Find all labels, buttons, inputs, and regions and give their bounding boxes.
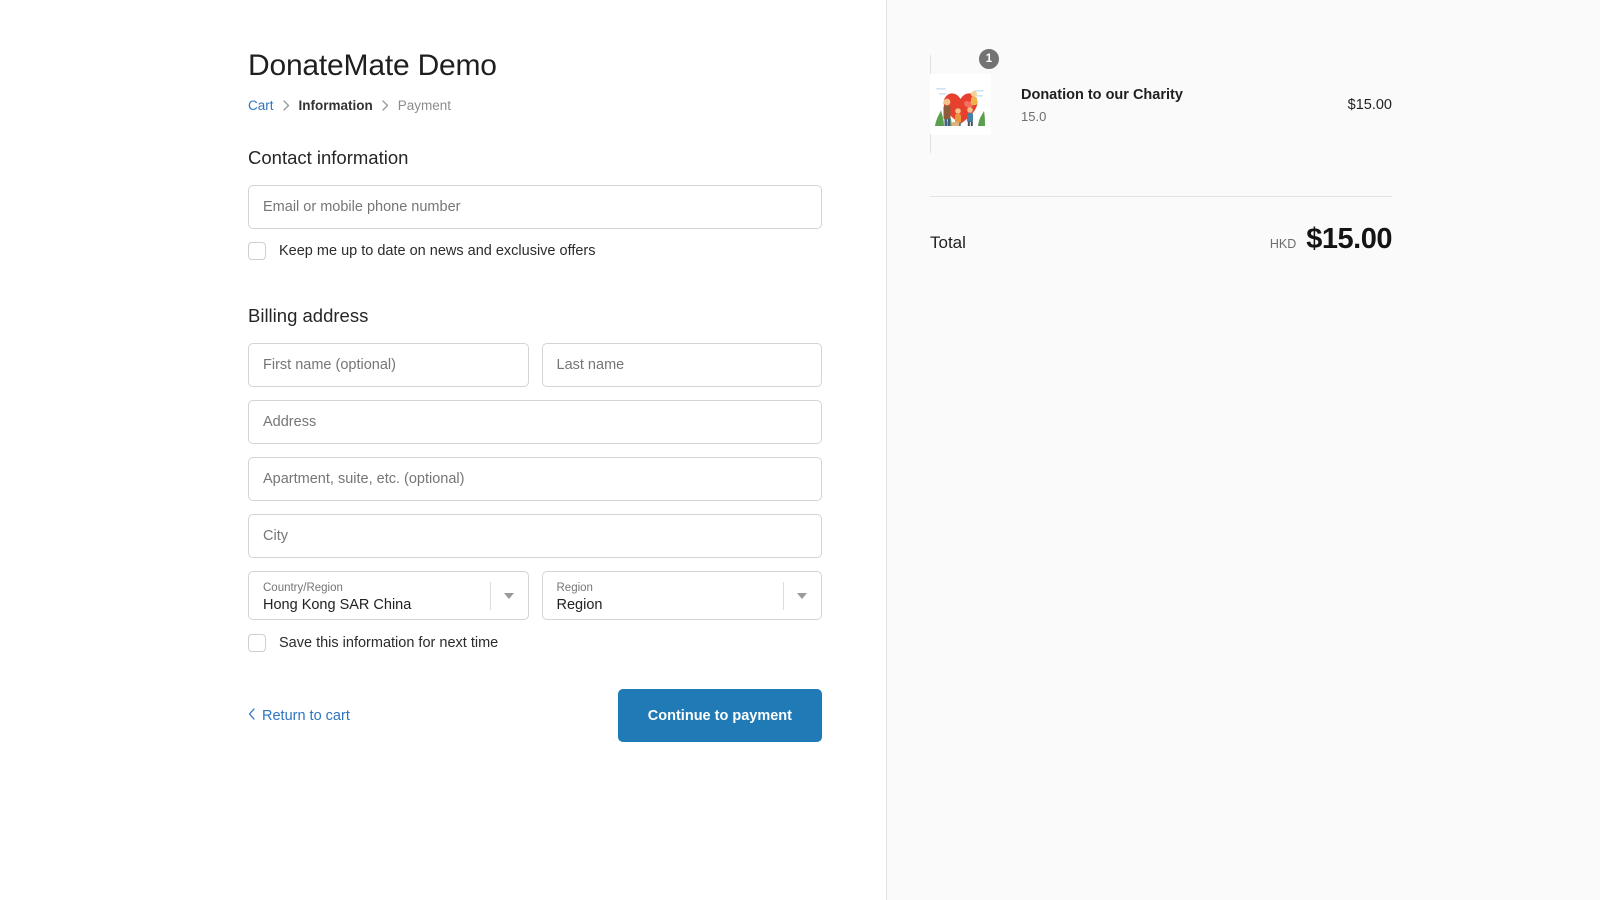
region-select-label: Region <box>556 581 593 594</box>
newsletter-checkbox-row[interactable]: Keep me up to date on news and exclusive… <box>248 242 822 260</box>
form-actions: Return to cart Continue to payment <box>248 689 822 742</box>
line-item-text: Donation to our Charity 15.0 <box>1021 85 1348 123</box>
charity-illustration-icon <box>930 55 991 153</box>
city-field[interactable]: City <box>248 514 822 558</box>
line-item-price: $15.00 <box>1347 96 1392 113</box>
select-divider <box>489 582 491 610</box>
save-information-checkbox[interactable] <box>248 634 266 652</box>
breadcrumb-cart[interactable]: Cart <box>248 98 274 113</box>
chevron-down-icon[interactable] <box>503 592 514 599</box>
newsletter-label: Keep me up to date on news and exclusive… <box>279 243 596 259</box>
billing-address-heading: Billing address <box>248 305 369 326</box>
quantity-badge: 1 <box>978 48 1000 70</box>
return-to-cart-label: Return to cart <box>262 707 350 724</box>
country-region-row: Country/Region Hong Kong SAR China Regio… <box>248 571 822 620</box>
address-field[interactable]: Address <box>248 400 822 444</box>
checkout-form-panel: DonateMate Demo Cart Information Payment… <box>0 0 886 900</box>
breadcrumb-information: Information <box>298 98 373 113</box>
total-label: Total <box>930 233 966 252</box>
last-name-field[interactable]: Last name <box>541 343 822 387</box>
region-select[interactable]: Region Region <box>541 571 822 620</box>
apartment-placeholder: Apartment, suite, etc. (optional) <box>263 471 465 487</box>
summary-divider <box>930 196 1392 197</box>
continue-to-payment-button[interactable]: Continue to payment <box>617 689 822 742</box>
chevron-down-icon[interactable] <box>797 592 807 599</box>
chevron-right-icon <box>382 100 389 111</box>
first-name-placeholder: First name (optional) <box>263 357 396 373</box>
line-item-thumbnail-wrap: 1 <box>930 48 1000 153</box>
chevron-left-icon <box>248 707 255 724</box>
save-information-label: Save this information for next time <box>279 635 499 651</box>
order-summary-panel: 1 Donation to our Charity 15.0 $15.00 To… <box>886 0 1600 900</box>
email-field-placeholder: Email or mobile phone number <box>263 199 461 215</box>
contact-information-heading: Contact information <box>248 147 409 168</box>
save-information-checkbox-row[interactable]: Save this information for next time <box>248 634 822 652</box>
line-item: 1 Donation to our Charity 15.0 $15.00 <box>930 48 1392 153</box>
page-title: DonateMate Demo <box>248 49 497 82</box>
select-divider <box>783 582 784 610</box>
line-item-variant: 15.0 <box>1021 108 1047 124</box>
city-placeholder: City <box>263 528 288 544</box>
line-item-title: Donation to our Charity <box>1021 87 1183 104</box>
checkout-page: DonateMate Demo Cart Information Payment… <box>0 0 1600 900</box>
name-row: First name (optional) Last name <box>248 343 822 400</box>
total-currency: HKD <box>1269 237 1297 251</box>
region-select-value: Region <box>556 597 603 614</box>
total-value-group: HKD $15.00 <box>1269 223 1393 256</box>
chevron-right-icon <box>282 100 290 111</box>
breadcrumb-payment: Payment <box>397 98 452 113</box>
return-to-cart-link[interactable]: Return to cart <box>248 708 350 724</box>
total-amount: $15.00 <box>1306 223 1392 255</box>
newsletter-checkbox[interactable] <box>248 242 266 260</box>
total-row: Total HKD $15.00 <box>930 223 1392 256</box>
last-name-placeholder: Last name <box>556 357 625 373</box>
address-placeholder: Address <box>263 414 317 430</box>
first-name-field[interactable]: First name (optional) <box>248 343 529 387</box>
country-select-label: Country/Region <box>263 581 343 594</box>
apartment-field[interactable]: Apartment, suite, etc. (optional) <box>248 457 822 501</box>
email-field[interactable]: Email or mobile phone number <box>248 185 822 229</box>
breadcrumb: Cart Information Payment <box>248 98 822 113</box>
country-select[interactable]: Country/Region Hong Kong SAR China <box>248 571 529 620</box>
country-select-value: Hong Kong SAR China <box>263 597 412 614</box>
